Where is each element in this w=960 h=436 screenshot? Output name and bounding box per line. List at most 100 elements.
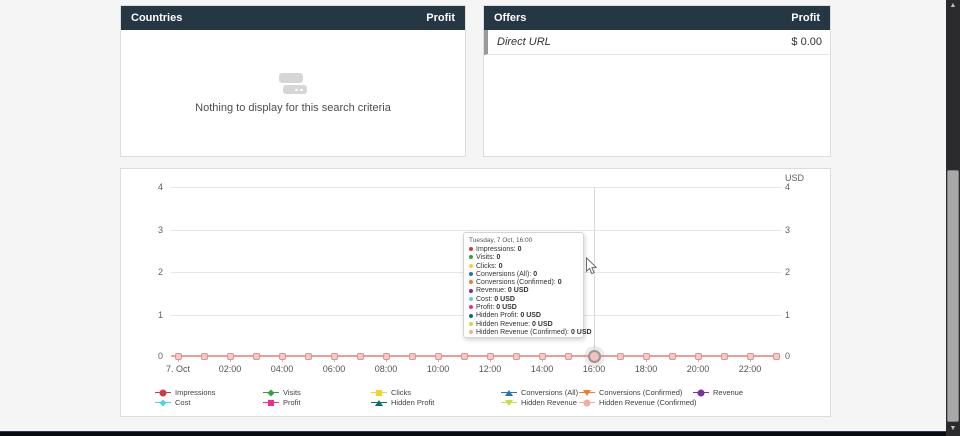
y-axis-label-left: 4 [143,182,163,192]
data-point-marker[interactable] [409,353,416,360]
tooltip-series-bullet-icon [469,264,473,268]
tooltip-series-value: 0 USD [520,312,541,319]
tooltip-series-label: Cost: [476,296,494,303]
tooltip-series-value: 0 USD [494,296,515,303]
data-point-marker[interactable] [487,353,494,360]
legend-item[interactable]: Conversions (All) [501,388,578,397]
data-point-marker[interactable] [539,353,546,360]
data-point-marker[interactable] [643,353,650,360]
legend-item[interactable]: Conversions (Confirmed) [579,388,682,397]
tooltip-series-bullet-icon [469,297,473,301]
legend-marker-icon [155,398,171,407]
tooltip-row: Revenue: 0 USD [469,287,578,295]
data-point-marker[interactable] [513,353,520,360]
empty-state-message: Nothing to display for this search crite… [195,102,391,114]
legend-item[interactable]: Visits [263,388,301,397]
data-point-marker[interactable] [383,353,390,360]
x-axis-label: 02:00 [208,364,252,374]
legend-item-label: Hidden Revenue [521,398,577,407]
data-point-marker[interactable] [227,353,234,360]
legend-item[interactable]: Clicks [371,388,411,397]
tooltip-row: Hidden Profit: 0 USD [469,312,578,320]
legend-marker-shape [267,389,274,396]
offers-panel-title: Offers [494,12,526,24]
legend-item-label: Revenue [713,388,743,397]
legend-item-label: Conversions (Confirmed) [599,388,682,397]
data-point-marker[interactable] [305,353,312,360]
offers-panel: Offers Profit Direct URL $ 0.00 [483,5,831,157]
data-point-marker[interactable] [279,353,286,360]
legend-item-label: Cost [175,398,190,407]
hovered-data-point[interactable] [588,350,601,363]
y-axis-label-right: 4 [785,182,805,192]
legend-item[interactable]: Impressions [155,388,215,397]
tooltip-series-label: Visits: [476,254,497,261]
tooltip-series-bullet-icon [469,289,473,293]
x-axis-label: 06:00 [312,364,356,374]
x-axis-label: 16:00 [572,364,616,374]
tooltip-series-label: Conversions (All): [476,271,533,278]
x-axis-label: 20:00 [676,364,720,374]
tooltip-row: Clicks: 0 [469,263,578,271]
legend-marker-shape [583,390,591,396]
tooltip-series-value: 0 [499,263,503,270]
scrollbar-up-arrow-icon[interactable]: ▲ [946,0,960,12]
data-point-marker[interactable] [695,353,702,360]
data-point-marker[interactable] [175,353,182,360]
data-point-marker[interactable] [253,353,260,360]
data-point-marker[interactable] [331,353,338,360]
countries-panel-title: Countries [131,12,182,24]
legend-item-label: Conversions (All) [521,388,578,397]
tooltip-series-value: 0 [518,246,522,253]
data-point-marker[interactable] [773,353,780,360]
tooltip-series-label: Revenue: [476,287,508,294]
legend-item[interactable]: Hidden Revenue [501,398,577,407]
dashboard-page: Countries Profit Nothing to display for … [0,0,960,436]
legend-item[interactable]: Hidden Profit [371,398,434,407]
y-axis-label-right: 0 [785,351,805,361]
legend-item[interactable]: Revenue [693,388,743,397]
data-point-marker[interactable] [201,353,208,360]
data-point-marker[interactable] [461,353,468,360]
data-point-marker[interactable] [617,353,624,360]
legend-marker-shape [159,399,166,406]
legend-item[interactable]: Hidden Revenue (Confirmed) [579,398,697,407]
offers-profit-column-header[interactable]: Profit [791,12,820,24]
tooltip-row: Hidden Revenue (Confirmed): 0 USD [469,329,578,337]
x-axis-label: 7. Oct [156,364,200,374]
legend-marker-icon [693,388,709,397]
scrollbar-thumb[interactable] [947,170,959,422]
offer-row-direct-url[interactable]: Direct URL $ 0.00 [484,30,830,55]
legend-item[interactable]: Cost [155,398,190,407]
right-axis-unit-label: USD [785,173,804,183]
offer-profit-value: $ 0.00 [791,36,822,48]
data-point-marker[interactable] [747,353,754,360]
tooltip-items: Impressions: 0Visits: 0Clicks: 0Conversi… [469,246,578,337]
data-point-marker[interactable] [721,353,728,360]
data-point-marker[interactable] [357,353,364,360]
tooltip-series-bullet-icon [469,272,473,276]
offer-name[interactable]: Direct URL [497,36,551,48]
tooltip-series-bullet-icon [469,305,473,309]
legend-marker-shape [160,389,167,396]
tooltip-row: Conversions (All): 0 [469,271,578,279]
x-axis-label: 10:00 [416,364,460,374]
data-point-marker[interactable] [435,353,442,360]
tooltip-series-bullet-icon [469,330,473,334]
legend-item[interactable]: Profit [263,398,301,407]
legend-marker-icon [579,388,595,397]
vertical-scrollbar[interactable]: ▲ ▼ [946,0,960,436]
legend-marker-shape [698,389,705,396]
tooltip-row: Profit: 0 USD [469,304,578,312]
data-point-marker[interactable] [669,353,676,360]
countries-panel-header: Countries Profit [121,6,465,30]
tooltip-row: Cost: 0 USD [469,296,578,304]
series-line [171,355,779,357]
legend-item-label: Hidden Revenue (Confirmed) [599,398,697,407]
countries-profit-column-header[interactable]: Profit [426,12,455,24]
legend-item-label: Profit [283,398,301,407]
x-axis-label: 14:00 [520,364,564,374]
data-point-marker[interactable] [565,353,572,360]
scrollbar-down-arrow-icon[interactable]: ▼ [946,423,960,435]
x-axis-label: 04:00 [260,364,304,374]
